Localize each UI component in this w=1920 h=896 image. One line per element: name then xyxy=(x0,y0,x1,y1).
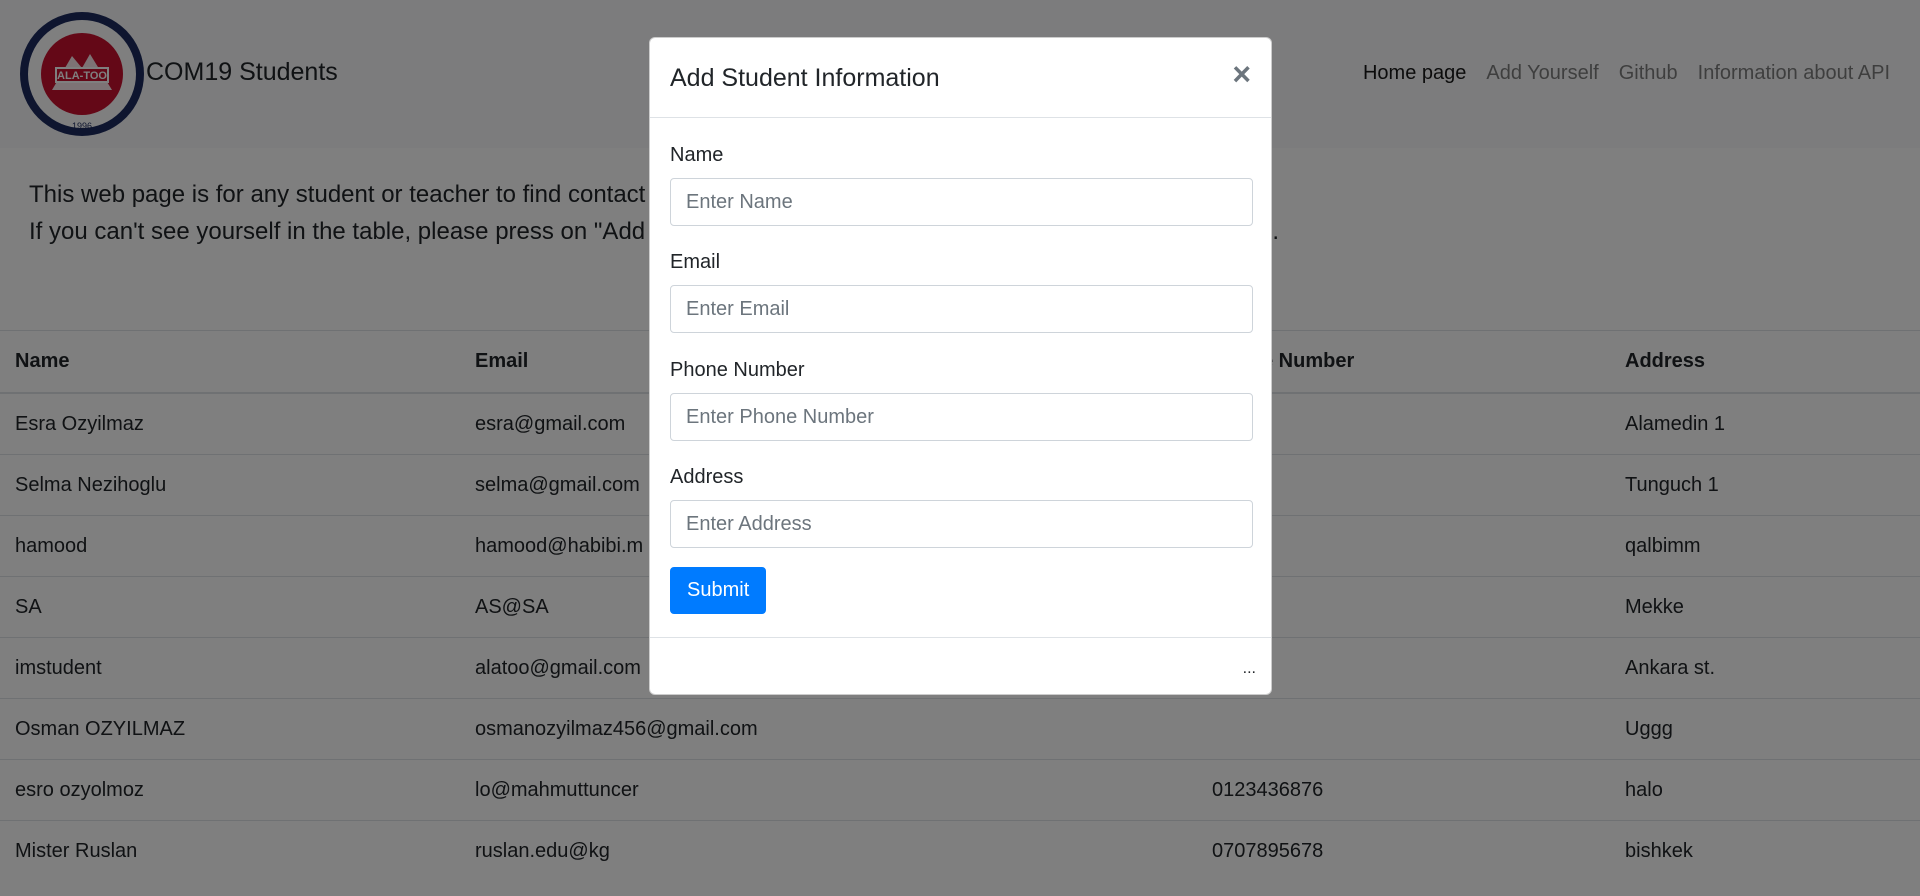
email-input[interactable] xyxy=(670,285,1253,333)
name-label: Name xyxy=(670,144,724,166)
modal-header: Add Student Information × xyxy=(650,38,1271,118)
footer-text: ... xyxy=(1242,660,1256,677)
address-input[interactable] xyxy=(670,500,1253,548)
modal-title: Add Student Information xyxy=(670,64,940,92)
modal-footer: ... xyxy=(650,638,1271,696)
phone-label: Phone Number xyxy=(670,359,805,381)
name-input[interactable] xyxy=(670,178,1253,226)
close-icon[interactable]: × xyxy=(1232,58,1251,90)
address-label: Address xyxy=(670,466,744,488)
modal-body: Name Email Phone Number Address Submit xyxy=(650,118,1271,638)
add-student-modal: Add Student Information × Name Email Pho… xyxy=(649,37,1272,695)
phone-input[interactable] xyxy=(670,393,1253,441)
email-label: Email xyxy=(670,251,721,273)
submit-button[interactable]: Submit xyxy=(670,567,767,614)
